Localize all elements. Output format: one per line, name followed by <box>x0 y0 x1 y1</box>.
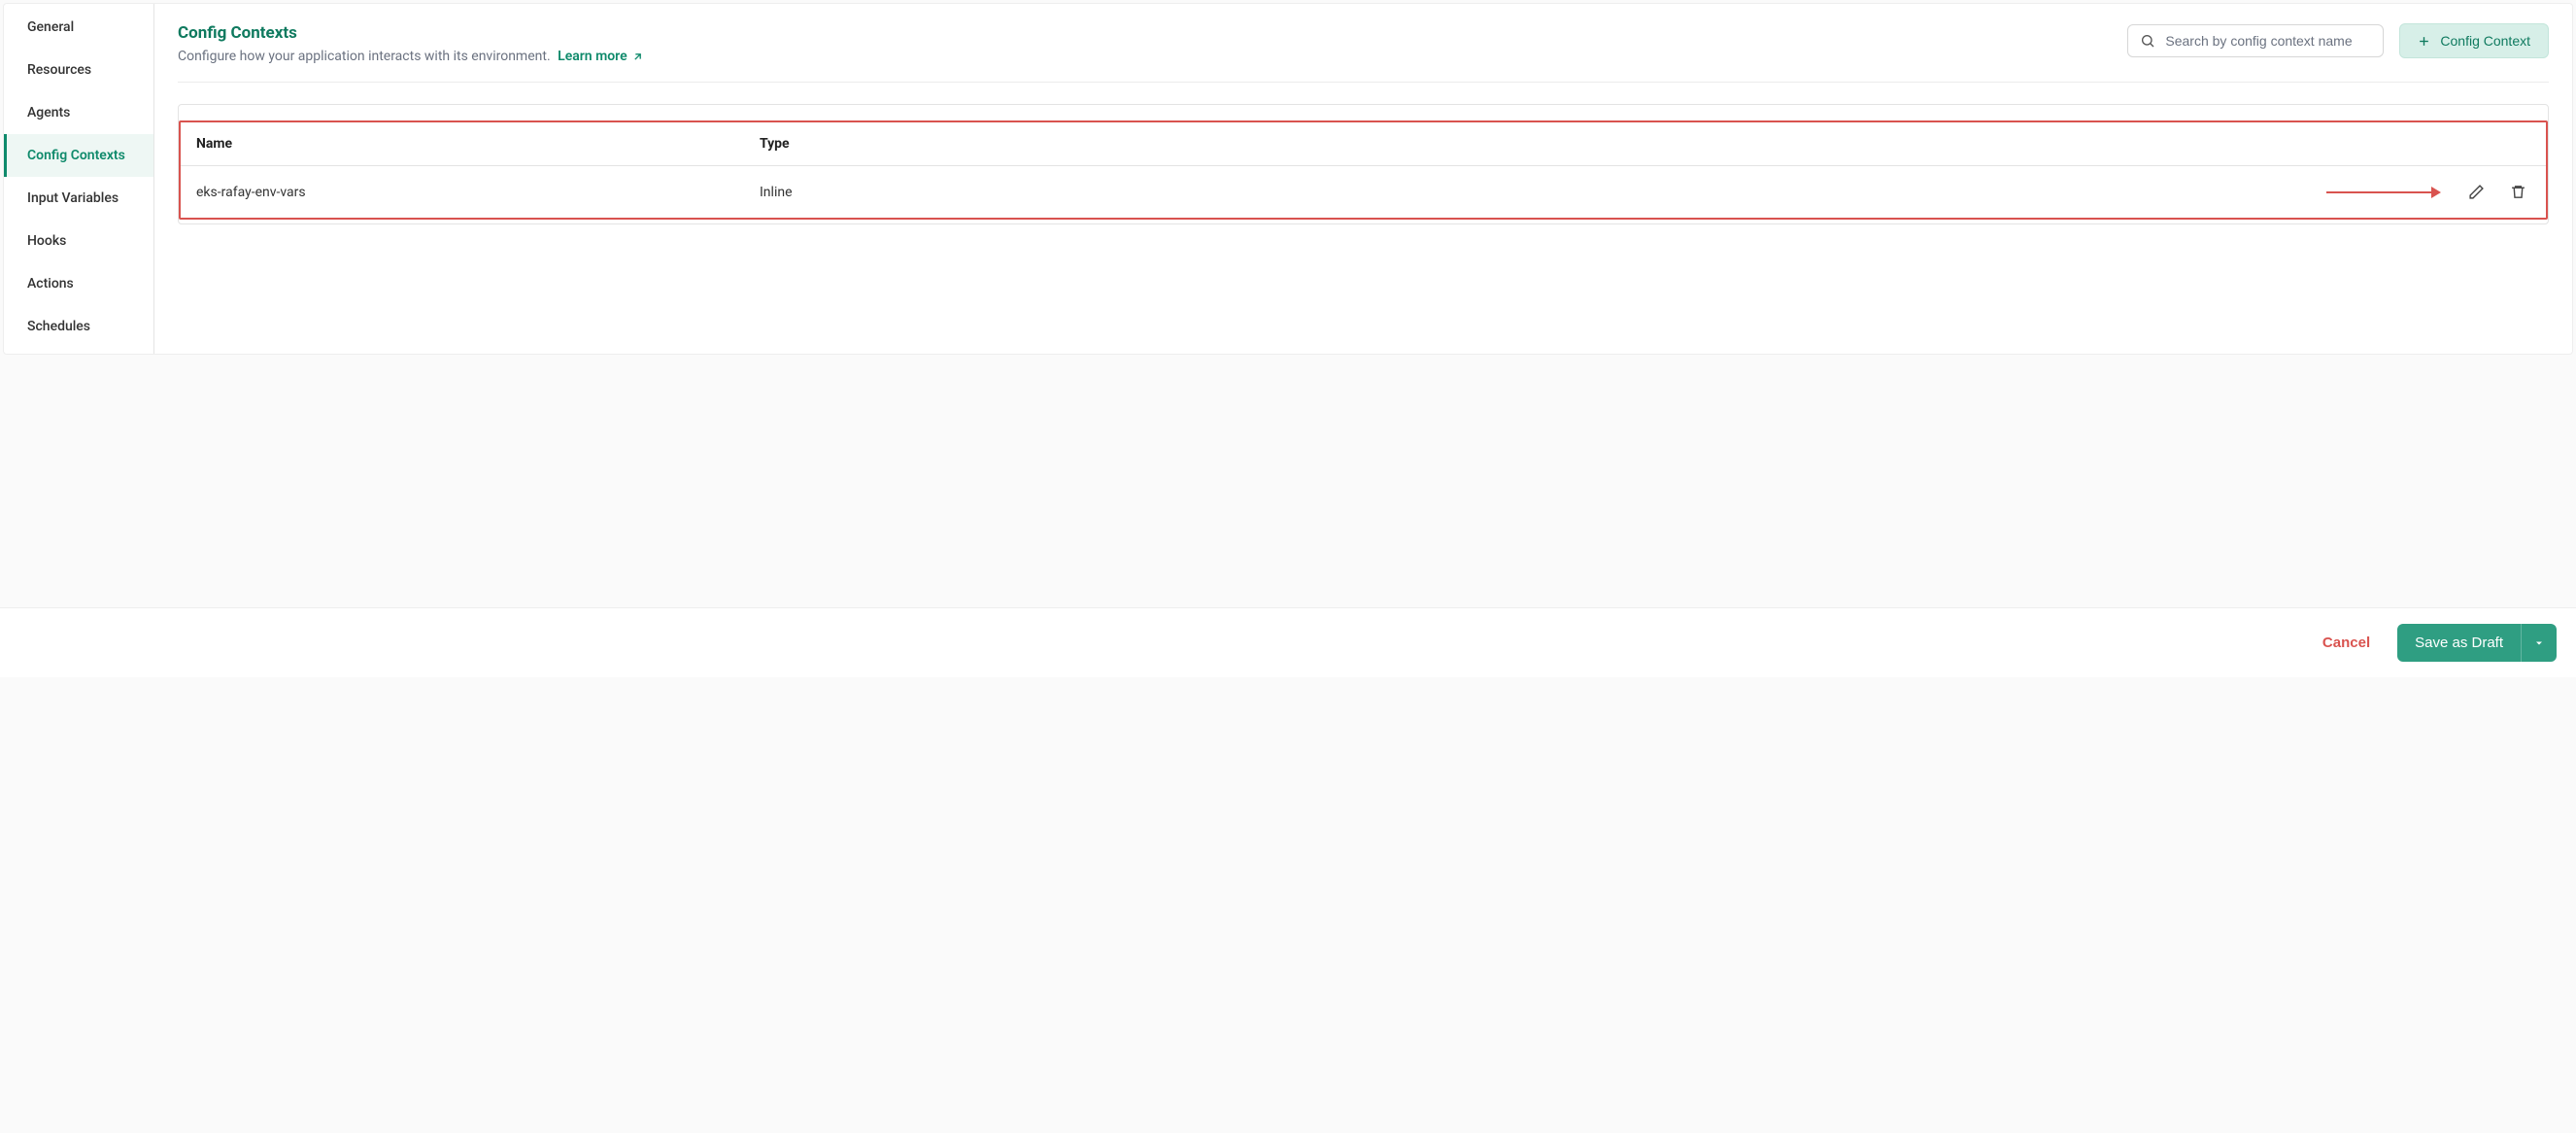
sidebar-item-agents[interactable]: Agents <box>4 91 153 134</box>
sidebar: General Resources Agents Config Contexts… <box>4 4 154 354</box>
edit-button[interactable] <box>2464 180 2489 204</box>
search-icon <box>2140 33 2155 49</box>
cell-type: Inline <box>760 185 2326 200</box>
col-header-type: Type <box>760 136 2530 152</box>
page-title: Config Contexts <box>178 23 644 43</box>
learn-more-link[interactable]: Learn more <box>558 49 643 64</box>
col-header-name: Name <box>196 136 760 152</box>
cancel-button[interactable]: Cancel <box>2322 635 2370 651</box>
add-button-label: Config Context <box>2440 33 2530 49</box>
app-container: General Resources Agents Config Contexts… <box>3 3 2573 355</box>
external-link-icon <box>631 51 644 63</box>
search-input[interactable] <box>2165 33 2371 49</box>
pencil-icon <box>2468 184 2485 200</box>
add-config-context-button[interactable]: Config Context <box>2399 23 2549 58</box>
sidebar-item-actions[interactable]: Actions <box>4 262 153 305</box>
header-right: Config Context <box>2127 23 2549 58</box>
footer-bar: Cancel Save as Draft <box>0 607 2576 677</box>
plus-icon <box>2418 35 2430 48</box>
sidebar-item-schedules[interactable]: Schedules <box>4 305 153 348</box>
sidebar-item-general[interactable]: General <box>4 6 153 49</box>
sidebar-item-resources[interactable]: Resources <box>4 49 153 91</box>
learn-more-label: Learn more <box>558 49 627 64</box>
table-header: Name Type <box>181 122 2546 166</box>
arrow-annotation <box>2326 187 2441 198</box>
save-dropdown-button[interactable] <box>2521 624 2557 662</box>
save-as-draft-button[interactable]: Save as Draft <box>2397 624 2521 662</box>
sidebar-item-config-contexts[interactable]: Config Contexts <box>4 134 153 177</box>
sidebar-item-input-variables[interactable]: Input Variables <box>4 177 153 220</box>
page-subtitle: Configure how your application interacts… <box>178 49 644 64</box>
header-divider <box>178 82 2549 83</box>
main-content: Config Contexts Configure how your appli… <box>154 4 2572 354</box>
cell-name: eks-rafay-env-vars <box>196 185 760 200</box>
save-split-button: Save as Draft <box>2397 624 2557 662</box>
config-context-table: Name Type eks-rafay-env-vars Inline <box>178 104 2549 224</box>
header-row: Config Contexts Configure how your appli… <box>178 23 2549 64</box>
table-row: eks-rafay-env-vars Inline <box>181 166 2546 218</box>
delete-button[interactable] <box>2506 180 2530 204</box>
caret-down-icon <box>2533 637 2545 649</box>
row-actions <box>2326 180 2530 204</box>
search-wrap[interactable] <box>2127 24 2384 57</box>
subtitle-text: Configure how your application interacts… <box>178 49 551 64</box>
header-left: Config Contexts Configure how your appli… <box>178 23 644 64</box>
trash-icon <box>2510 184 2526 200</box>
highlighted-annotation: Name Type eks-rafay-env-vars Inline <box>179 120 2548 220</box>
sidebar-item-hooks[interactable]: Hooks <box>4 220 153 262</box>
